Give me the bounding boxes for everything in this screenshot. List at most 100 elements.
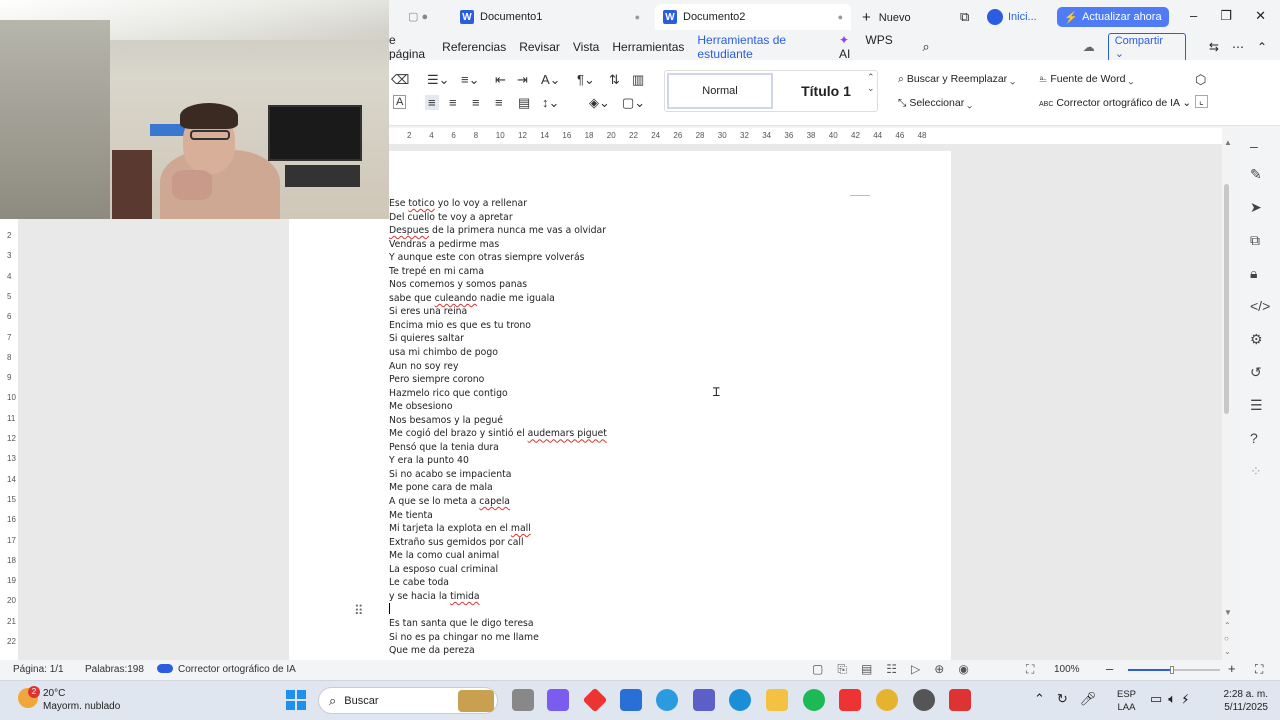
text-line[interactable]: Vendras a pedirme mas — [389, 238, 607, 252]
text-line[interactable]: Si no acabo se impacienta — [389, 468, 607, 482]
app-red-icon[interactable] — [582, 687, 608, 713]
text-line[interactable]: Que me da pereza — [389, 644, 607, 658]
menu-tools[interactable]: Herramientas — [612, 40, 684, 54]
eraser-icon[interactable]: ⌫ — [391, 72, 409, 88]
text-direction-icon[interactable]: A⌄ — [541, 72, 561, 88]
page-nav-icons[interactable]: ▼ ⌃ ○ ⌄ — [1224, 606, 1232, 658]
history-icon[interactable]: ↺ — [1250, 364, 1262, 381]
bullets-icon[interactable]: ☰⌄ — [427, 72, 450, 88]
document-text[interactable]: Ese totico yo lo voy a rellenar Del cuell… — [389, 197, 607, 658]
paragraph-marks-icon[interactable]: ¶⌄ — [577, 72, 595, 88]
task-view-icon[interactable] — [512, 689, 534, 711]
spelling-error[interactable]: totico — [408, 198, 434, 209]
text-line[interactable]: Si no es pa chingar no me llame — [389, 631, 607, 645]
wps-writer-icon[interactable] — [949, 689, 971, 711]
text-line[interactable]: Me obsesiono — [389, 400, 607, 414]
collapse-icon[interactable]: ⌃ — [1257, 40, 1267, 54]
shading-icon[interactable]: ◈⌄ — [589, 95, 610, 111]
upgrade-button[interactable]: ⚡ Actualizar ahora — [1057, 7, 1169, 27]
ai-corrector-button[interactable]: ABC Corrector ortográfico de IA ⌄ — [1039, 97, 1191, 109]
tab-documento1[interactable]: W Documento1 ● — [452, 4, 648, 30]
text-line[interactable] — [389, 603, 607, 617]
text-line[interactable]: usa mi chimbo de pogo — [389, 346, 607, 360]
style-title1[interactable]: Título 1 — [775, 71, 877, 111]
text-line[interactable]: Nos comemos y somos panas — [389, 278, 607, 292]
text-line[interactable]: Le cabe toda — [389, 576, 607, 590]
ribbon-select-icon[interactable]: ⌞ — [1195, 95, 1208, 108]
horizontal-ruler[interactable]: 2 4 6 8 10 12 14 16 18 20 22 24 26 28 30 32 34 36 38 40 42 44… — [389, 128, 1222, 144]
search-highlight-icon[interactable] — [458, 690, 494, 712]
scroll-up-icon[interactable]: ▲ — [1224, 138, 1232, 147]
text-line[interactable]: Extraño sus gemidos por call — [389, 536, 607, 550]
zoom-out-icon[interactable]: – — [1106, 661, 1113, 676]
list-icon[interactable]: ☰ — [1250, 397, 1263, 414]
text-line[interactable]: Pensó que la tenia dura — [389, 441, 607, 455]
wps-icon[interactable] — [839, 689, 861, 711]
text-line[interactable]: Y era la punto 40 — [389, 454, 607, 468]
spelling-error[interactable]: Despues — [389, 225, 429, 236]
drag-handle-icon[interactable]: ⠿ — [354, 603, 364, 619]
ai-toggle[interactable] — [157, 664, 173, 673]
text-line[interactable]: Me cogió del brazo y sintió el audemars … — [389, 427, 607, 441]
text-line[interactable]: Aun no soy rey — [389, 360, 607, 374]
zoom-slider-thumb[interactable] — [1170, 666, 1174, 674]
signin-button[interactable]: Inici... — [987, 9, 1037, 25]
more-icon[interactable]: ⋯ — [1232, 40, 1244, 54]
text-line[interactable]: Del cuello te voy a apretar — [389, 211, 607, 225]
char-shading-icon[interactable]: A — [393, 95, 407, 109]
text-line[interactable]: Mi tarjeta la explota en el mall — [389, 522, 607, 536]
text-line[interactable]: Despues de la primera nunca me vas a olv… — [389, 224, 607, 238]
zoom-level[interactable]: 100% — [1054, 664, 1080, 675]
menu-review[interactable]: Revisar — [519, 40, 560, 54]
sliders-icon[interactable]: ⚙ — [1250, 331, 1263, 348]
align-right-icon[interactable]: ≡ — [472, 95, 480, 110]
menu-wps-ai[interactable]: ✦ WPS AI — [839, 33, 909, 61]
spotify-icon[interactable] — [803, 689, 825, 711]
fullscreen-icon[interactable]: ⛶ — [1255, 662, 1263, 677]
pen-icon[interactable]: ✎ — [1250, 166, 1262, 183]
window-list-icon[interactable]: ⧉ — [960, 9, 969, 25]
text-line[interactable]: Nos besamos y la pegué — [389, 414, 607, 428]
menu-page-layout[interactable]: e página — [389, 33, 429, 61]
vertical-ruler[interactable]: 2 3 4 5 6 7 8 9 10 11 12 13 14 15 16 17 18 19 20 21 22 — [0, 219, 18, 660]
spelling-error[interactable]: audemars piguet — [528, 428, 607, 439]
close-window-icon[interactable]: ✕ — [1255, 8, 1266, 24]
tab-documento2[interactable]: W Documento2 ● — [655, 4, 851, 30]
borders-icon[interactable]: ▢⌄ — [622, 95, 645, 111]
text-line[interactable]: Me tienta — [389, 509, 607, 523]
menu-references[interactable]: Referencias — [442, 40, 506, 54]
language-indicator[interactable]: ESP LAA — [1117, 688, 1136, 714]
line-spacing-icon[interactable]: ↕⌄ — [542, 95, 559, 111]
decrease-indent-icon[interactable]: ⇤ — [495, 72, 506, 88]
distribute-icon[interactable]: ▤ — [518, 95, 530, 111]
text-line[interactable]: Es tan santa que le digo teresa — [389, 617, 607, 631]
store-icon[interactable] — [620, 689, 642, 711]
crop-icon[interactable]: ⧉ — [1250, 232, 1260, 249]
zoom-slider[interactable] — [1128, 666, 1220, 674]
cloud-icon[interactable]: ☁ — [1083, 40, 1095, 54]
windows-start-icon[interactable] — [286, 690, 306, 710]
align-center-icon[interactable]: ≡ — [449, 95, 457, 110]
fit-icon[interactable]: ⛶ — [1026, 662, 1034, 677]
word-font-button[interactable]: ⎁ Fuente de Word ⌄ — [1039, 73, 1133, 86]
sort-icon[interactable]: ⇅ — [609, 72, 620, 88]
find-replace-button[interactable]: ⌕ Buscar y Reemplazar ⌄ — [898, 73, 1015, 86]
menu-student-tools[interactable]: Herramientas de estudiante — [697, 33, 826, 61]
text-line[interactable]: Pero siempre corono — [389, 373, 607, 387]
copilot-icon[interactable] — [547, 689, 569, 711]
vertical-scrollbar[interactable]: ▲ ▼ ⌃ ○ ⌄ — [1222, 138, 1236, 660]
justify-icon[interactable]: ≡ — [495, 95, 503, 110]
word-count[interactable]: Palabras:198 — [85, 664, 144, 675]
text-line[interactable]: y se hacia la timida — [389, 590, 607, 604]
text-line[interactable]: sabe que culeando nadie me iguala — [389, 292, 607, 306]
text-line[interactable]: Si eres una reina — [389, 305, 607, 319]
new-tab-button[interactable]: + Nuevo — [862, 9, 911, 26]
help-icon[interactable]: ? — [1250, 430, 1258, 446]
text-line[interactable]: Encima mio es que es tu trono — [389, 319, 607, 333]
restore-icon[interactable]: ❐ — [1220, 8, 1232, 24]
edge-icon[interactable] — [729, 689, 751, 711]
text-line[interactable]: Ese totico yo lo voy a rellenar — [389, 197, 607, 211]
ribbon-extra-icon[interactable]: ⬡ — [1195, 72, 1206, 88]
spelling-error[interactable]: timida — [450, 591, 479, 602]
tray-icons[interactable]: ⌃↻🎤︎ — [1034, 691, 1108, 707]
